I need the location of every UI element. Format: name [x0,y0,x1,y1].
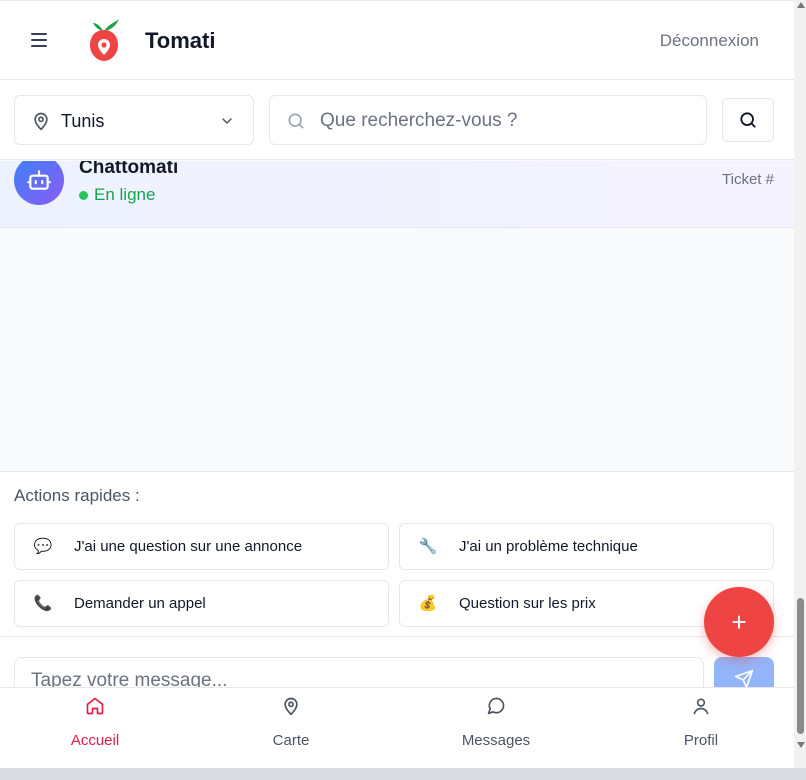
brand-name: Tomati [145,28,216,53]
quick-action-label: J'ai une question sur une annonce [74,538,303,555]
online-status-label: En ligne [94,185,156,204]
message-input[interactable]: Tapez votre message... [14,657,704,687]
send-icon [734,669,754,687]
chat-header: Chattomati En ligne Ticket # [0,161,794,228]
add-fab-button[interactable]: + [704,587,774,657]
ticket-number: Ticket # [722,171,774,188]
chat-bubble-icon [487,697,505,715]
page-scrollbar[interactable] [794,0,806,768]
send-button[interactable] [714,657,774,687]
city-select-value: Tunis [61,111,105,131]
search-placeholder: Que recherchez-vous ? [320,110,518,131]
nav-label: Messages [461,732,531,749]
bot-icon [27,170,51,190]
online-dot-icon [79,190,88,200]
message-placeholder: Tapez votre message... [31,670,228,687]
quick-action-label: Question sur les prix [459,595,596,612]
nav-item-messages[interactable]: Messages [416,688,576,768]
os-taskbar [0,768,806,780]
map-pin-icon [284,697,298,716]
chevron-down-icon [222,118,232,124]
quick-actions-title: Actions rapides : [14,486,140,505]
user-icon [693,698,709,715]
nav-item-profil[interactable]: Profil [621,688,781,768]
quick-action-question-annonce[interactable]: 💬 J'ai une question sur une annonce [14,523,389,570]
wrench-icon: 🔧 [418,538,438,555]
phone-icon: 📞 [33,595,53,612]
nav-label: Carte [272,732,310,749]
search-bar: Tunis Que recherchez-vous ? [0,80,794,160]
home-icon [86,697,104,715]
app-window: Tomati Déconnexion Tunis Que recherchez-… [0,0,794,768]
nav-item-accueil[interactable]: Accueil [15,688,175,768]
quick-actions-panel: Actions rapides : 💬 J'ai une question su… [0,471,794,637]
message-composer: Tapez votre message... [0,637,794,687]
online-status: En ligne [79,185,155,205]
search-input[interactable]: Que recherchez-vous ? [269,95,707,145]
bot-name: Chattomati [79,161,179,178]
quick-action-demander-appel[interactable]: 📞 Demander un appel [14,580,389,627]
map-pin-icon [34,112,48,131]
money-bag-icon: 💰 [418,595,438,612]
bot-avatar [14,161,64,205]
quick-action-label: Demander un appel [74,595,206,612]
menu-icon[interactable] [24,27,54,53]
scroll-down-icon[interactable] [797,742,805,748]
search-icon [288,113,304,129]
nav-item-carte[interactable]: Carte [211,688,371,768]
search-icon [740,112,756,128]
tomato-logo[interactable] [86,17,122,63]
city-select[interactable]: Tunis [14,95,254,145]
quick-action-probleme-technique[interactable]: 🔧 J'ai un problème technique [399,523,774,570]
app-header: Tomati Déconnexion [0,0,794,80]
scroll-up-icon[interactable] [797,2,805,8]
nav-label: Profil [683,732,719,749]
search-button[interactable] [722,98,774,142]
nav-label: Accueil [70,732,120,749]
scrollbar-thumb[interactable] [797,598,804,734]
quick-action-label: J'ai un problème technique [459,538,638,555]
logout-button[interactable]: Déconnexion [660,31,759,51]
speech-bubble-icon: 💬 [33,538,53,555]
bottom-nav: Accueil Carte Messages Profil [0,687,794,768]
